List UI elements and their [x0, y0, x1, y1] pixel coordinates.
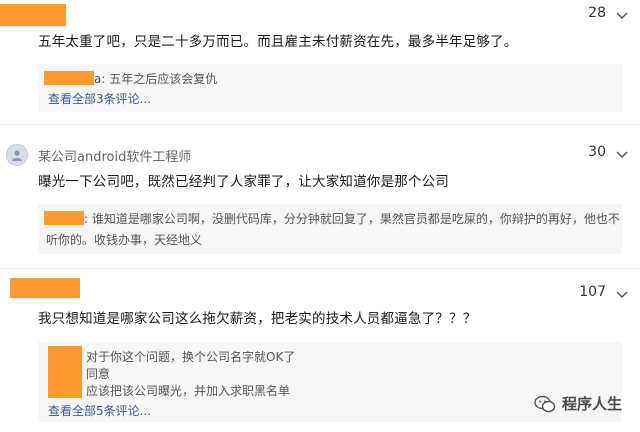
- chevron-icon[interactable]: [614, 146, 630, 162]
- brand-watermark: 程序人生: [534, 393, 622, 414]
- comment-1: 28 五年太重了吧，只是二十多万而已。而且雇主未付薪资在先，最多半年足够了。 a…: [0, 0, 640, 120]
- reply-text: 听你的。收钱办事，天经地义: [46, 233, 203, 247]
- divider: [0, 124, 640, 125]
- reply-text: 同意: [86, 367, 111, 381]
- redacted-username: [0, 4, 66, 26]
- reply-text: 应该把该公司曝光，并加入求职黑名单: [86, 384, 291, 398]
- avatar[interactable]: [6, 144, 28, 166]
- redacted-username: [48, 346, 82, 398]
- comment-2: 某公司android软件工程师 30 曝光一下公司吧，既然已经判了人家罪了，让大…: [0, 138, 640, 263]
- like-count: 30: [588, 144, 606, 160]
- comment-body: 我只想知道是哪家公司这么拖欠薪资，把老实的技术人员都逼急了？？？: [38, 311, 477, 327]
- chevron-icon[interactable]: [614, 7, 630, 23]
- like-count: 107: [579, 284, 606, 300]
- comment-body: 曝光一下公司吧，既然已经判了人家罪了，让大家知道你是那个公司: [38, 174, 449, 190]
- divider: [0, 268, 640, 269]
- wechat-icon: [534, 395, 556, 412]
- reply-text: : 谁知道是哪家公司啊，没删代码库，分分钟就回复了，果然官员都是吃屎的，你辩护的…: [84, 212, 620, 226]
- reply-text: 对于你这个问题，换个公司名字就OK了: [86, 350, 296, 364]
- view-all-comments-link[interactable]: 查看全部3条评论...: [48, 90, 151, 107]
- comment-body: 五年太重了吧，只是二十多万而已。而且雇主未付薪资在先，最多半年足够了。: [38, 34, 518, 50]
- redacted-username: [44, 211, 84, 225]
- reply-text: a: 五年之后应该会复仇: [94, 72, 218, 86]
- redacted-username: [10, 278, 80, 298]
- reply-box: : 谁知道是哪家公司啊，没删代码库，分分钟就回复了，果然官员都是吃屎的，你辩护的…: [38, 204, 622, 254]
- view-all-comments-link[interactable]: 查看全部5条评论...: [48, 402, 151, 419]
- comment-author[interactable]: 某公司android软件工程师: [38, 146, 191, 165]
- redacted-username: [44, 71, 94, 85]
- brand-name: 程序人生: [561, 395, 622, 413]
- reply-box: a: 五年之后应该会复仇 查看全部3条评论...: [38, 64, 622, 112]
- like-count: 28: [588, 5, 606, 21]
- chevron-icon[interactable]: [614, 286, 630, 302]
- user-icon: [12, 150, 22, 161]
